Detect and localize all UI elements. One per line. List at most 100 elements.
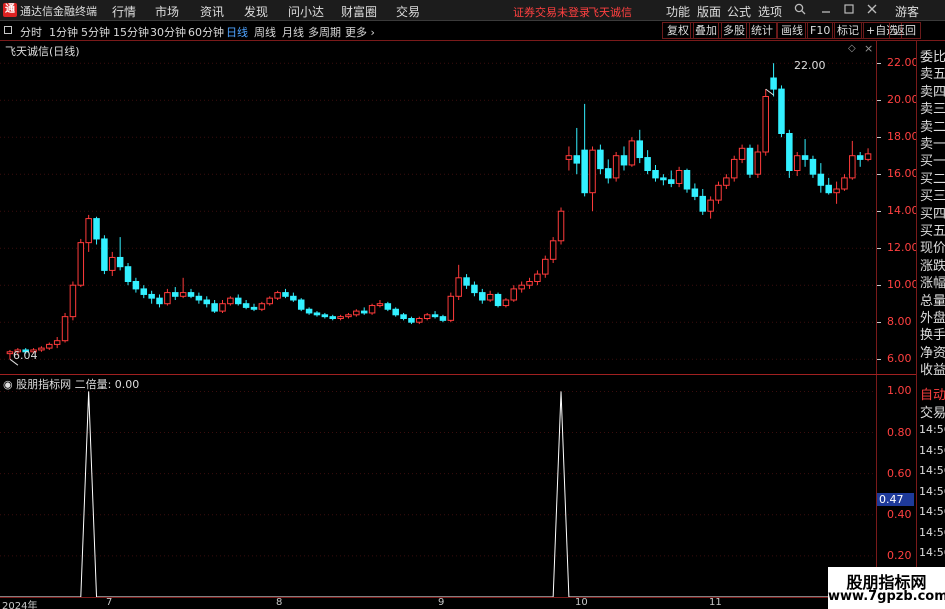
btn-back[interactable]: 返回: [889, 22, 921, 39]
indicator-tick-label: 0.80: [887, 425, 912, 439]
candle: [589, 146, 596, 212]
tf-more[interactable]: 更多 ›: [345, 24, 375, 40]
quote-label: 外盘: [920, 311, 945, 326]
candle-body: [652, 170, 659, 179]
price-tick-label: 18.00: [887, 130, 919, 144]
indicator-tick-label: 0.60: [887, 466, 912, 480]
candle: [297, 298, 305, 312]
candle: [38, 346, 45, 352]
candle-body: [140, 288, 148, 295]
candle-body: [290, 295, 297, 301]
app-title: 通达信金融终端: [20, 5, 97, 18]
candle-body: [423, 314, 431, 319]
candle-body: [786, 133, 793, 171]
candle-body: [337, 316, 344, 319]
btn-f10[interactable]: F10: [805, 22, 836, 39]
watermark-url: www.7gpzb.com: [828, 589, 945, 604]
candle: [486, 290, 494, 302]
watermark: 股朋指标网 www.7gpzb.com: [828, 567, 945, 609]
tf-multi-period[interactable]: 多周期: [308, 24, 341, 40]
menu-item-banmian[interactable]: 版面: [697, 3, 721, 20]
sub-panel-toggle-icon[interactable]: ◉: [3, 378, 13, 391]
tf-30min[interactable]: 30分钟: [150, 24, 186, 40]
menu-item-shichang[interactable]: 市场: [155, 3, 179, 20]
candle: [368, 303, 376, 315]
auto-toggle[interactable]: 自动: [920, 384, 945, 403]
max-marker: [765, 88, 775, 96]
maximize-icon[interactable]: [843, 3, 855, 18]
candle: [93, 216, 100, 245]
sub-panel-title: ◉ 股朋指标网 二倍量: 0.00: [3, 376, 139, 392]
menu-item-xuanxiang[interactable]: 选项: [758, 3, 782, 20]
tf-monthly[interactable]: 月线: [282, 24, 304, 40]
candle-body: [368, 305, 376, 314]
tf-1min[interactable]: 1分钟: [49, 24, 78, 40]
price-tick-mark: [877, 285, 881, 287]
candle: [864, 148, 872, 162]
max-price-label: 22.00: [794, 59, 826, 72]
close-icon[interactable]: [866, 3, 878, 18]
candle-body: [479, 292, 486, 301]
candle: [290, 292, 297, 302]
quote-label: 卖五: [920, 67, 945, 83]
btn-biaoji[interactable]: 标记: [832, 22, 864, 39]
candle: [337, 314, 344, 321]
candle: [46, 342, 53, 350]
menu-item-caifuquan[interactable]: 财富圈: [341, 3, 377, 20]
account-label[interactable]: 游客: [895, 3, 919, 20]
candle-body: [172, 292, 179, 297]
btn-huaxian[interactable]: 画线: [776, 22, 808, 39]
menu-item-hangqing[interactable]: 行情: [112, 3, 136, 20]
candle: [266, 296, 273, 306]
tf-weekly[interactable]: 周线: [254, 24, 276, 40]
trade-label[interactable]: 交易: [920, 402, 945, 421]
tf-fenshi[interactable]: 分时: [20, 24, 42, 40]
candle: [502, 298, 510, 308]
candle: [723, 174, 730, 189]
btn-tongji[interactable]: 统计: [746, 22, 778, 39]
candle-body: [258, 303, 266, 310]
candle-body: [447, 295, 455, 321]
candle: [85, 214, 92, 252]
indicator-chart[interactable]: [0, 375, 876, 597]
indicator-tick-label: 0.20: [887, 548, 912, 562]
quote-label: 收益: [920, 363, 945, 379]
price-tick-mark: [877, 248, 881, 250]
tf-daily[interactable]: 日线: [226, 24, 248, 40]
candlestick-chart[interactable]: [0, 41, 876, 374]
candle-body: [187, 292, 195, 297]
search-icon[interactable]: [794, 3, 806, 18]
candle: [61, 312, 69, 343]
close-panel-icon[interactable]: ×: [864, 42, 873, 55]
indicator-tick-label: 0.40: [887, 507, 912, 521]
menu-item-jiaoyi[interactable]: 交易: [396, 3, 420, 20]
tf-15min[interactable]: 15分钟: [113, 24, 149, 40]
settings-icon[interactable]: ◇: [848, 43, 856, 54]
tf-5min[interactable]: 5分钟: [81, 24, 110, 40]
menu-item-gongneng[interactable]: 功能: [666, 3, 690, 20]
candle-body: [597, 149, 604, 170]
tick-time: 14:56: [919, 443, 945, 457]
menu-item-faxian[interactable]: 发现: [244, 3, 268, 20]
x-tick: 9: [438, 597, 445, 608]
minimize-icon[interactable]: [820, 3, 832, 18]
candle-body: [856, 155, 864, 160]
x-tick: 2024年: [2, 601, 38, 609]
panel-toggle-icon[interactable]: [4, 26, 12, 34]
menu-item-gongshi[interactable]: 公式: [727, 3, 751, 20]
tf-60min[interactable]: 60分钟: [188, 24, 224, 40]
candle: [384, 301, 392, 312]
menu-item-zixun[interactable]: 资讯: [200, 3, 224, 20]
candle: [683, 168, 691, 193]
quote-label: 涨跌: [920, 258, 945, 274]
price-tick-label: 14.00: [887, 204, 919, 218]
candle: [699, 189, 706, 215]
candle-body: [762, 96, 769, 153]
candle: [400, 312, 407, 321]
tf-more-label: 更多: [345, 26, 367, 39]
trade-login-notice[interactable]: 证券交易未登录: [513, 4, 590, 20]
candle-body: [605, 168, 612, 179]
quote-label: 换手: [920, 328, 945, 344]
menu-item-wenxiaoda[interactable]: 问小达: [288, 3, 324, 20]
candle: [187, 288, 195, 299]
